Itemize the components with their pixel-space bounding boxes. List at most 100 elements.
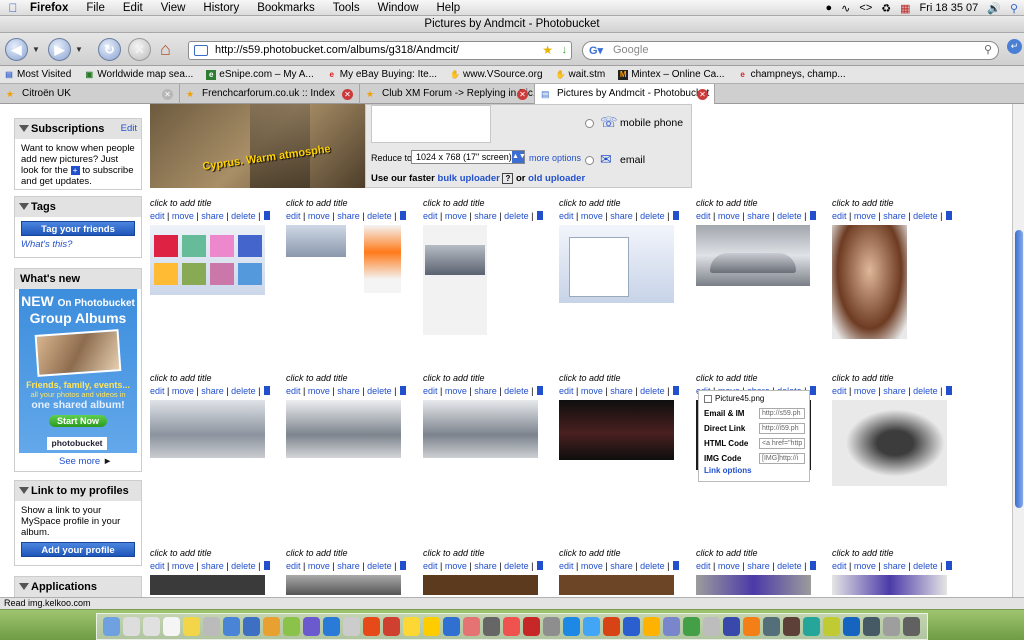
share-link[interactable]: share bbox=[883, 561, 906, 571]
collapse-triangle-icon[interactable] bbox=[19, 487, 29, 494]
photo-thumbnail-grey-plastic-part[interactable] bbox=[832, 400, 947, 486]
share-link[interactable]: share bbox=[337, 211, 360, 221]
dock-app-icon[interactable] bbox=[463, 617, 480, 636]
collapse-triangle-icon[interactable] bbox=[19, 203, 29, 210]
reload-icon[interactable]: ↻ bbox=[98, 38, 121, 61]
photo-thumbnail-photobucket-links-popup[interactable] bbox=[423, 225, 487, 335]
dock-app-icon[interactable] bbox=[843, 617, 860, 636]
dock-app-icon[interactable] bbox=[663, 617, 680, 636]
photo-thumbnail-silver-concept-car-rear2[interactable] bbox=[423, 400, 538, 458]
add-title-link[interactable]: click to add title bbox=[150, 198, 275, 211]
download-icon[interactable] bbox=[536, 561, 543, 570]
reduce-size-select[interactable]: 1024 x 768 (17" screen) ▲▼ bbox=[411, 150, 526, 164]
mobile-radio[interactable] bbox=[585, 119, 594, 128]
subscriptions-header[interactable]: Subscriptions Edit bbox=[15, 119, 141, 139]
album-hero-image[interactable]: Cyprus. Warm atmosphe bbox=[150, 104, 365, 188]
delete-link[interactable]: delete bbox=[504, 386, 529, 396]
tab-citroen[interactable]: ★ Citroën UK ✕ bbox=[0, 84, 180, 104]
menu-view[interactable]: View bbox=[152, 2, 195, 14]
edit-link[interactable]: edit bbox=[423, 386, 438, 396]
activity-icon[interactable]: ∿ bbox=[841, 2, 850, 15]
add-title-link[interactable]: click to add title bbox=[559, 198, 684, 211]
share-link[interactable]: share bbox=[610, 386, 633, 396]
photo-thumbnail-car-forum-screen[interactable] bbox=[286, 225, 346, 257]
download-icon[interactable] bbox=[263, 211, 270, 220]
share-link[interactable]: share bbox=[474, 211, 497, 221]
bookmark-star-icon[interactable]: ★ bbox=[542, 42, 553, 59]
bookmark-item[interactable]: M Mintex – Online Ca... bbox=[614, 69, 733, 80]
forward-arrow-icon[interactable]: ▶ bbox=[48, 38, 71, 61]
dock-app-icon[interactable] bbox=[743, 617, 760, 636]
edit-link[interactable]: edit bbox=[150, 386, 165, 396]
move-link[interactable]: move bbox=[718, 211, 740, 221]
download-icon[interactable] bbox=[399, 386, 406, 395]
vertical-scrollbar[interactable] bbox=[1012, 104, 1024, 597]
sidebar-toggle-icon[interactable]: ↵ bbox=[1007, 39, 1022, 54]
dock-app-icon[interactable] bbox=[223, 617, 240, 636]
move-link[interactable]: move bbox=[308, 561, 330, 571]
menu-help[interactable]: Help bbox=[428, 2, 470, 14]
dock-app-icon[interactable] bbox=[303, 617, 320, 636]
add-title-link[interactable]: click to add title bbox=[423, 198, 548, 211]
move-link[interactable]: move bbox=[854, 561, 876, 571]
more-options-link[interactable]: more options bbox=[529, 153, 581, 163]
share-link[interactable]: share bbox=[610, 561, 633, 571]
group-albums-ad[interactable]: NEW On Photobucket Group Albums Friends,… bbox=[19, 289, 137, 453]
bookmark-item[interactable]: ▤ Most Visited bbox=[0, 69, 80, 80]
photo-thumbnail-woman-portrait[interactable] bbox=[832, 225, 907, 339]
bookmark-item[interactable]: e eSnipe.com – My A... bbox=[202, 69, 323, 80]
move-link[interactable]: move bbox=[445, 211, 467, 221]
add-title-link[interactable]: click to add title bbox=[150, 548, 275, 561]
edit-link[interactable]: edit bbox=[286, 386, 301, 396]
url-field[interactable]: http://s59.photobucket.com/albums/g318/A… bbox=[188, 41, 572, 60]
menu-tools[interactable]: Tools bbox=[324, 2, 369, 14]
share-link[interactable]: share bbox=[747, 561, 770, 571]
photo-thumbnail-purple-spring[interactable] bbox=[696, 575, 811, 595]
old-uploader-link[interactable]: old uploader bbox=[528, 173, 585, 184]
move-link[interactable]: move bbox=[308, 386, 330, 396]
move-link[interactable]: move bbox=[445, 386, 467, 396]
add-title-link[interactable]: click to add title bbox=[423, 548, 548, 561]
move-link[interactable]: move bbox=[854, 386, 876, 396]
dock-app-icon[interactable] bbox=[783, 617, 800, 636]
dock-app-icon[interactable] bbox=[423, 617, 440, 636]
add-title-link[interactable]: click to add title bbox=[150, 373, 275, 386]
subscriptions-edit-link[interactable]: Edit bbox=[121, 119, 137, 139]
move-link[interactable]: move bbox=[172, 386, 194, 396]
flag-uk-icon[interactable]: ▦ bbox=[900, 2, 910, 15]
download-icon[interactable] bbox=[945, 386, 952, 395]
move-link[interactable]: move bbox=[308, 211, 330, 221]
search-icon[interactable]: ⚲ bbox=[984, 42, 992, 59]
dock-app-icon[interactable] bbox=[603, 617, 620, 636]
dock-app-icon[interactable] bbox=[183, 617, 200, 636]
dock-app-icon[interactable] bbox=[483, 617, 500, 636]
dock-app-icon[interactable] bbox=[263, 617, 280, 636]
collapse-triangle-icon[interactable] bbox=[19, 125, 29, 132]
forward-dropdown-icon[interactable]: ▼ bbox=[75, 45, 83, 54]
move-link[interactable]: move bbox=[581, 561, 603, 571]
edit-link[interactable]: edit bbox=[832, 561, 847, 571]
edit-link[interactable]: edit bbox=[286, 561, 301, 571]
popup-checkbox[interactable] bbox=[704, 394, 712, 403]
popup-code-field[interactable]: http://s59.ph bbox=[759, 408, 805, 419]
add-title-link[interactable]: click to add title bbox=[559, 548, 684, 561]
close-tab-icon[interactable]: ✕ bbox=[342, 89, 353, 100]
move-link[interactable]: move bbox=[172, 561, 194, 571]
move-link[interactable]: move bbox=[581, 211, 603, 221]
photo-thumbnail-silver-concept-car-rear[interactable] bbox=[150, 400, 265, 458]
dock-app-icon[interactable] bbox=[123, 617, 140, 636]
dock-app-icon[interactable] bbox=[703, 617, 720, 636]
download-icon[interactable] bbox=[672, 211, 679, 220]
edit-link[interactable]: edit bbox=[286, 211, 301, 221]
dock-app-icon[interactable] bbox=[503, 617, 520, 636]
dock-app-icon[interactable] bbox=[243, 617, 260, 636]
add-title-link[interactable]: click to add title bbox=[832, 198, 957, 211]
edit-link[interactable]: edit bbox=[150, 211, 165, 221]
add-profile-button[interactable]: Add your profile bbox=[21, 542, 135, 557]
download-icon[interactable] bbox=[263, 561, 270, 570]
bookmark-item[interactable]: ▣ Worldwide map sea... bbox=[80, 69, 202, 80]
delete-link[interactable]: delete bbox=[640, 561, 665, 571]
photo-thumbnail-dashboard[interactable] bbox=[286, 575, 401, 595]
delete-link[interactable]: delete bbox=[367, 386, 392, 396]
start-now-button[interactable]: Start Now bbox=[48, 415, 107, 427]
